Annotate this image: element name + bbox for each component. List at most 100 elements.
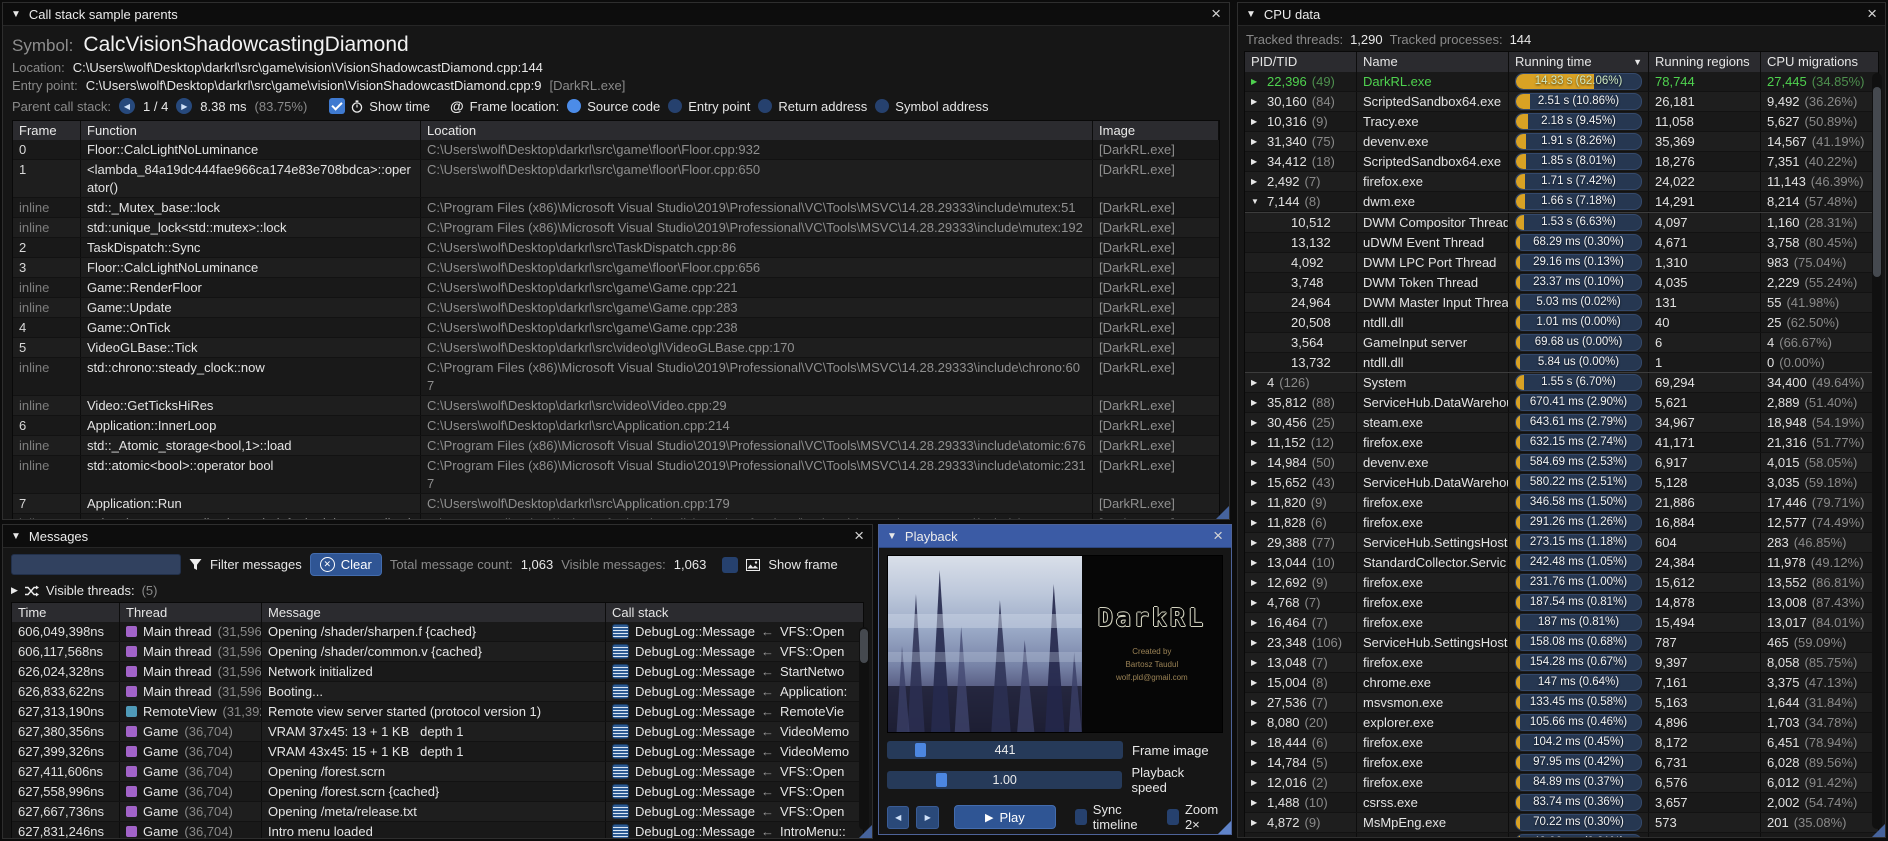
message-callstack[interactable]: DebugLog::Message←RemoteVie (606, 702, 863, 721)
column-cpu-migrations[interactable]: CPU migrations (1761, 52, 1878, 72)
clear-button[interactable]: ✕ Clear (310, 553, 382, 576)
process-row[interactable]: ▶1,488(10)csrss.exe83.74 ms (0.36%)3,657… (1245, 793, 1878, 813)
expand-tree-icon[interactable]: ▶ (1251, 653, 1262, 672)
message-callstack[interactable]: DebugLog::Message←VideoMemo (606, 722, 863, 741)
column-running-time[interactable]: Running time ▼ (1509, 52, 1649, 72)
process-row[interactable]: ▶15,004(8)chrome.exe147 ms (0.64%)7,1613… (1245, 673, 1878, 693)
column-message[interactable]: Message (262, 603, 606, 622)
resize-grip[interactable] (1872, 824, 1885, 837)
process-row[interactable]: ▶30,160(84)ScriptedSandbox64.exe2.51 s (… (1245, 92, 1878, 112)
radio-source-code[interactable]: Source code (567, 99, 660, 114)
callstack-list-icon[interactable] (612, 644, 629, 659)
message-row[interactable]: 627,558,996nsGame(36,704)Opening /forest… (12, 782, 863, 802)
process-row[interactable]: ▶35,812(88)ServiceHub.DataWarehou670.41 … (1245, 393, 1878, 413)
stack-frame-row[interactable]: inlinestd::unique_ptr<Application,std::d… (13, 514, 1219, 520)
expand-tree-icon[interactable]: ▶ (1251, 413, 1262, 432)
column-callstack[interactable]: Call stack (606, 603, 863, 622)
stack-frame-row[interactable]: 3Floor::CalcLightNoLuminanceC:\Users\wol… (13, 258, 1219, 278)
radio-dot[interactable] (875, 99, 889, 113)
message-row[interactable]: 606,049,398nsMain thread(31,596)Opening … (12, 622, 863, 642)
messages-scrollbar[interactable] (859, 627, 869, 830)
expand-tree-icon[interactable]: ▶ (1251, 633, 1262, 652)
message-callstack[interactable]: DebugLog::Message←Application: (606, 682, 863, 701)
process-row[interactable]: ▶22,396(49)DarkRL.exe14.33 s (62.06%)78,… (1245, 72, 1878, 92)
stack-frame-row[interactable]: inlinestd::atomic<bool>::operator boolC:… (13, 456, 1219, 494)
expand-tree-icon[interactable]: ▶ (1251, 813, 1262, 832)
column-function[interactable]: Function (81, 121, 421, 140)
message-callstack[interactable]: DebugLog::Message←IntroMenu:: (606, 822, 863, 839)
thread-row[interactable]: 4,092DWM LPC Port Thread29.16 ms (0.13%)… (1245, 253, 1878, 273)
expand-tree-icon[interactable]: ▶ (1251, 152, 1262, 171)
message-row[interactable]: 626,833,622nsMain thread(31,596)Booting.… (12, 682, 863, 702)
expand-tree-icon[interactable]: ▶ (1251, 112, 1262, 131)
next-callstack-button[interactable]: ▶ (176, 98, 192, 114)
stack-frame-row[interactable]: 4Game::OnTickC:\Users\wolf\Desktop\darkr… (13, 318, 1219, 338)
location-value[interactable]: C:\Users\wolf\Desktop\darkrl\src\game\vi… (73, 60, 543, 75)
message-row[interactable]: 627,313,190nsRemoteView(31,392)Remote vi… (12, 702, 863, 722)
expand-tree-icon[interactable]: ▶ (1251, 453, 1262, 472)
stack-frame-row[interactable]: 6Application::InnerLoopC:\Users\wolf\Des… (13, 416, 1219, 436)
expand-tree-icon[interactable]: ▶ (1251, 793, 1262, 812)
expand-tree-icon[interactable]: ▶ (1251, 433, 1262, 452)
process-row[interactable]: ▶13,044(10)StandardCollector.Servic242.4… (1245, 553, 1878, 573)
playback-window-titlebar[interactable]: ▼ Playback × (879, 525, 1231, 548)
step-forward-button[interactable]: ▶ (916, 806, 938, 829)
cpu-window-titlebar[interactable]: ▼ CPU data × (1238, 3, 1885, 26)
sync-timeline-checkbox[interactable] (1075, 809, 1087, 825)
message-callstack[interactable]: DebugLog::Message←VFS::Open (606, 622, 863, 641)
thread-row[interactable]: 13,132uDWM Event Thread68.29 ms (0.30%)4… (1245, 233, 1878, 253)
playback-speed-slider[interactable]: 1.00 (887, 771, 1122, 789)
messages-window-titlebar[interactable]: ▼ Messages × (3, 525, 872, 548)
stack-frame-row[interactable]: 0Floor::CalcLightNoLuminanceC:\Users\wol… (13, 140, 1219, 160)
radio-symbol-address[interactable]: Symbol address (875, 99, 988, 114)
stack-frame-row[interactable]: 2TaskDispatch::SyncC:\Users\wolf\Desktop… (13, 238, 1219, 258)
expand-tree-icon[interactable]: ▶ (1251, 172, 1262, 191)
process-row[interactable]: ▶4,872(9)MsMpEng.exe70.22 ms (0.30%)5732… (1245, 813, 1878, 833)
process-row[interactable]: ▶12,692(9)firefox.exe231.76 ms (1.00%)15… (1245, 573, 1878, 593)
process-row[interactable]: ▶11,828(6)firefox.exe291.26 ms (1.26%)16… (1245, 513, 1878, 533)
process-row[interactable]: ▶4(126)System1.55 s (6.70%)69,29434,400(… (1245, 373, 1878, 393)
show-frame-checkbox[interactable] (722, 557, 738, 573)
expand-tree-icon[interactable]: ▶ (1251, 733, 1262, 752)
process-row[interactable]: ▶11,152(12)firefox.exe632.15 ms (2.74%)4… (1245, 433, 1878, 453)
close-icon[interactable]: × (1213, 529, 1223, 543)
process-row[interactable]: ▶14,784(5)firefox.exe97.95 ms (0.42%)6,7… (1245, 753, 1878, 773)
thread-row[interactable]: 10,512DWM Compositor Thread1.53 s (6.63%… (1245, 212, 1878, 233)
expand-tree-icon[interactable]: ▶ (1251, 373, 1262, 392)
expand-tree-icon[interactable]: ▶ (1251, 693, 1262, 712)
filter-input[interactable] (11, 554, 181, 575)
radio-dot[interactable] (668, 99, 682, 113)
close-icon[interactable]: × (1867, 7, 1877, 21)
close-icon[interactable]: × (854, 529, 864, 543)
message-callstack[interactable]: DebugLog::Message←VFS::Open (606, 762, 863, 781)
callstack-list-icon[interactable] (612, 824, 629, 839)
entry-point-value[interactable]: C:\Users\wolf\Desktop\darkrl\src\game\vi… (86, 78, 542, 93)
process-row[interactable]: ▶10,316(9)Tracy.exe2.18 s (9.45%)11,0585… (1245, 112, 1878, 132)
process-row[interactable]: ▶16,464(7)firefox.exe187 ms (0.81%)15,49… (1245, 613, 1878, 633)
message-row[interactable]: 627,667,736nsGame(36,704)Opening /meta/r… (12, 802, 863, 822)
callstack-list-icon[interactable] (612, 784, 629, 799)
stack-frame-row[interactable]: inlinestd::_Atomic_storage<bool,1>::load… (13, 436, 1219, 456)
process-row[interactable]: ▶11,820(9)firefox.exe346.58 ms (1.50%)21… (1245, 493, 1878, 513)
column-image[interactable]: Image (1093, 121, 1219, 140)
stack-frame-row[interactable]: 7Application::RunC:\Users\wolf\Desktop\d… (13, 494, 1219, 514)
collapse-icon[interactable]: ▼ (11, 531, 21, 542)
expand-tree-icon[interactable]: ▶ (1251, 513, 1262, 532)
sync-timeline-option[interactable]: Sync timeline (1075, 802, 1150, 832)
expand-tree-icon[interactable]: ▶ (1251, 493, 1262, 512)
process-row[interactable]: ▶23,348(106)ServiceHub.SettingsHost158.0… (1245, 633, 1878, 653)
message-callstack[interactable]: DebugLog::Message←VFS::Open (606, 802, 863, 821)
message-callstack[interactable]: DebugLog::Message←VFS::Open (606, 782, 863, 801)
process-row[interactable]: ▶8,080(20)explorer.exe105.66 ms (0.46%)4… (1245, 713, 1878, 733)
column-running-regions[interactable]: Running regions (1649, 52, 1761, 72)
message-row[interactable]: 627,411,606nsGame(36,704)Opening /forest… (12, 762, 863, 782)
expand-tree-icon[interactable]: ▶ (1251, 553, 1262, 572)
process-row[interactable]: ▼7,144(8)dwm.exe1.66 s (7.18%)14,2918,21… (1245, 192, 1878, 212)
message-row[interactable]: 627,831,246nsGame(36,704)Intro menu load… (12, 822, 863, 839)
callstack-list-icon[interactable] (612, 704, 629, 719)
thread-row[interactable]: 20,508ntdll.dll1.01 ms (0.00%)4025(62.50… (1245, 313, 1878, 333)
radio-return-address[interactable]: Return address (758, 99, 867, 114)
stack-frame-row[interactable]: inlineGame::RenderFloorC:\Users\wolf\Des… (13, 278, 1219, 298)
expand-tree-icon[interactable]: ▶ (1251, 393, 1262, 412)
collapse-icon[interactable]: ▼ (1246, 9, 1256, 20)
